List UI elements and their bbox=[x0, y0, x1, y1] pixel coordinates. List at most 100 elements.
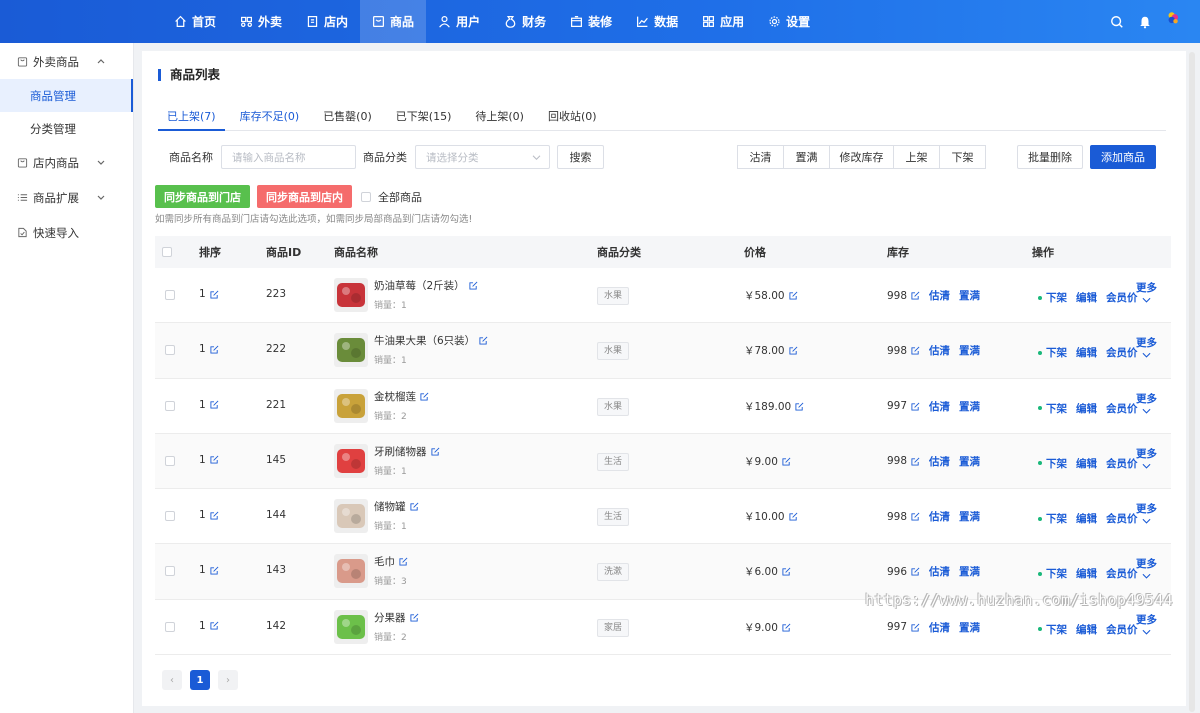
member-price-link[interactable]: 会员价 bbox=[1106, 566, 1138, 581]
estimate-clear-link[interactable]: 估清 bbox=[929, 509, 950, 524]
edit-icon[interactable] bbox=[210, 290, 219, 299]
add-goods-button[interactable]: 添加商品 bbox=[1090, 145, 1156, 169]
topnav-takeout[interactable]: 外卖 bbox=[228, 0, 294, 43]
bell-icon[interactable] bbox=[1138, 15, 1152, 29]
edit-icon[interactable] bbox=[430, 447, 440, 456]
prev-page-button[interactable]: ‹ bbox=[162, 670, 182, 690]
fill-stock-link[interactable]: 置满 bbox=[959, 399, 980, 414]
tab-sold-out[interactable]: 已售罄(0) bbox=[314, 107, 381, 131]
edit-icon[interactable] bbox=[210, 455, 219, 464]
row-checkbox[interactable] bbox=[165, 345, 175, 356]
more-dropdown[interactable]: 更多 bbox=[1136, 335, 1157, 359]
estimate-clear-link[interactable]: 估清 bbox=[929, 564, 950, 579]
fill-stock-link[interactable]: 置满 bbox=[959, 454, 980, 469]
take-off-shelf-link[interactable]: 下架 bbox=[1046, 456, 1067, 471]
clear-stock-button[interactable]: 沽清 bbox=[737, 145, 784, 169]
edit-icon[interactable] bbox=[911, 457, 920, 466]
tab-recycle-bin[interactable]: 回收站(0) bbox=[539, 107, 606, 131]
edit-icon[interactable] bbox=[911, 402, 920, 411]
member-price-link[interactable]: 会员价 bbox=[1106, 511, 1138, 526]
checkbox[interactable] bbox=[361, 191, 371, 202]
topnav-settings[interactable]: 设置 bbox=[756, 0, 822, 43]
row-checkbox[interactable] bbox=[165, 455, 175, 466]
edit-icon[interactable] bbox=[469, 281, 478, 290]
put-on-shelf-button[interactable]: 上架 bbox=[893, 145, 940, 169]
fill-stock-link[interactable]: 置满 bbox=[959, 343, 980, 358]
sidebar-item-category-manage[interactable]: 分类管理 bbox=[0, 112, 133, 145]
member-price-link[interactable]: 会员价 bbox=[1106, 345, 1138, 360]
member-price-link[interactable]: 会员价 bbox=[1106, 290, 1138, 305]
edit-icon[interactable] bbox=[911, 346, 920, 355]
estimate-clear-link[interactable]: 估清 bbox=[929, 343, 950, 358]
edit-icon[interactable] bbox=[789, 291, 798, 300]
edit-icon[interactable] bbox=[911, 623, 920, 632]
more-dropdown[interactable]: 更多 bbox=[1136, 446, 1157, 470]
tab-low-stock[interactable]: 库存不足(0) bbox=[231, 107, 309, 131]
topnav-decor[interactable]: 装修 bbox=[558, 0, 624, 43]
select-all-checkbox[interactable] bbox=[162, 247, 172, 257]
tab-on-shelf[interactable]: 已上架(7) bbox=[158, 107, 225, 131]
fill-stock-link[interactable]: 置满 bbox=[959, 564, 980, 579]
take-off-shelf-button[interactable]: 下架 bbox=[939, 145, 986, 169]
topnav-finance[interactable]: 财务 bbox=[492, 0, 558, 43]
topnav-apps[interactable]: 应用 bbox=[690, 0, 756, 43]
edit-icon[interactable] bbox=[911, 291, 920, 300]
batch-delete-button[interactable]: 批量删除 bbox=[1017, 145, 1083, 169]
fill-stock-button[interactable]: 置满 bbox=[783, 145, 830, 169]
edit-icon[interactable] bbox=[795, 402, 804, 411]
sync-to-instore-button[interactable]: 同步商品到店内 bbox=[257, 185, 352, 208]
edit-icon[interactable] bbox=[210, 566, 219, 575]
member-price-link[interactable]: 会员价 bbox=[1106, 622, 1138, 637]
edit-icon[interactable] bbox=[420, 392, 429, 401]
row-checkbox[interactable] bbox=[165, 621, 175, 632]
edit-icon[interactable] bbox=[210, 400, 219, 409]
more-dropdown[interactable]: 更多 bbox=[1136, 501, 1157, 525]
topnav-data[interactable]: 数据 bbox=[624, 0, 690, 43]
edit-icon[interactable] bbox=[210, 621, 219, 630]
member-price-link[interactable]: 会员价 bbox=[1106, 456, 1138, 471]
take-off-shelf-link[interactable]: 下架 bbox=[1046, 345, 1067, 360]
search-icon[interactable] bbox=[1110, 15, 1124, 29]
sidebar-group-takeout-goods[interactable]: 外卖商品 bbox=[0, 44, 133, 79]
row-checkbox[interactable] bbox=[165, 400, 175, 411]
estimate-clear-link[interactable]: 估清 bbox=[929, 454, 950, 469]
edit-icon[interactable] bbox=[782, 457, 791, 466]
edit-link[interactable]: 编辑 bbox=[1076, 290, 1097, 305]
take-off-shelf-link[interactable]: 下架 bbox=[1046, 622, 1067, 637]
edit-icon[interactable] bbox=[210, 345, 219, 354]
topnav-home[interactable]: 首页 bbox=[162, 0, 228, 43]
edit-link[interactable]: 编辑 bbox=[1076, 456, 1097, 471]
row-checkbox[interactable] bbox=[165, 511, 175, 522]
sync-to-stores-button[interactable]: 同步商品到门店 bbox=[155, 185, 250, 208]
page-1-button[interactable]: 1 bbox=[190, 670, 210, 690]
take-off-shelf-link[interactable]: 下架 bbox=[1046, 511, 1067, 526]
edit-icon[interactable] bbox=[409, 502, 419, 511]
tab-pending[interactable]: 待上架(0) bbox=[466, 107, 533, 131]
next-page-button[interactable]: › bbox=[218, 670, 238, 690]
fill-stock-link[interactable]: 置满 bbox=[959, 288, 980, 303]
row-checkbox[interactable] bbox=[165, 290, 175, 300]
member-price-link[interactable]: 会员价 bbox=[1106, 401, 1138, 416]
edit-link[interactable]: 编辑 bbox=[1076, 566, 1097, 581]
edit-link[interactable]: 编辑 bbox=[1076, 511, 1097, 526]
edit-icon[interactable] bbox=[399, 557, 408, 567]
topnav-store[interactable]: 店内 bbox=[294, 0, 360, 43]
goods-category-select[interactable]: 请选择分类 bbox=[415, 145, 550, 169]
topnav-user[interactable]: 用户 bbox=[426, 0, 492, 43]
edit-icon[interactable] bbox=[409, 613, 419, 622]
take-off-shelf-link[interactable]: 下架 bbox=[1046, 401, 1067, 416]
sidebar-group-goods-ext[interactable]: 商品扩展 bbox=[0, 180, 133, 215]
take-off-shelf-link[interactable]: 下架 bbox=[1046, 290, 1067, 305]
estimate-clear-link[interactable]: 估清 bbox=[929, 399, 950, 414]
edit-icon[interactable] bbox=[789, 512, 798, 521]
goods-name-input[interactable]: 请输入商品名称 bbox=[221, 145, 356, 169]
edit-icon[interactable] bbox=[210, 511, 219, 520]
more-dropdown[interactable]: 更多 bbox=[1136, 612, 1157, 636]
more-dropdown[interactable]: 更多 bbox=[1136, 280, 1157, 304]
estimate-clear-link[interactable]: 估清 bbox=[929, 620, 950, 635]
topnav-goods[interactable]: 商品 bbox=[360, 0, 427, 43]
row-checkbox[interactable] bbox=[165, 566, 175, 577]
more-dropdown[interactable]: 更多 bbox=[1136, 391, 1157, 415]
edit-icon[interactable] bbox=[789, 346, 798, 355]
take-off-shelf-link[interactable]: 下架 bbox=[1046, 566, 1067, 581]
